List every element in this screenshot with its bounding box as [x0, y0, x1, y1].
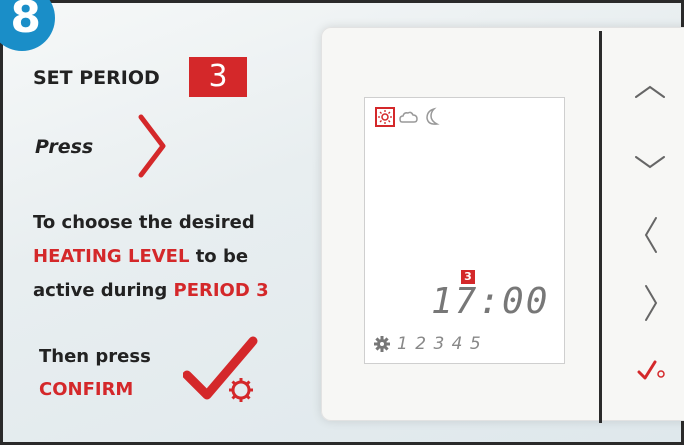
settings-icon — [657, 370, 665, 378]
desc-line-3-prefix: active during — [33, 280, 174, 301]
confirm-check-icon — [183, 336, 258, 402]
settings-icon — [229, 378, 253, 402]
arrow-up-icon[interactable] — [633, 81, 667, 101]
period-numbers: 1 2 3 4 5 — [397, 334, 481, 354]
confirm-button[interactable] — [637, 359, 667, 381]
desc-line-3: active during PERIOD 3 — [33, 280, 269, 301]
check-icon — [183, 336, 258, 400]
sun-icon — [375, 107, 395, 127]
desc-line-2-rest: to be — [189, 246, 249, 267]
arrow-right-icon[interactable] — [641, 283, 661, 323]
thermostat-screen: 3 17:00 1 2 3 4 5 — [364, 97, 565, 364]
time-display: 17:00 — [431, 281, 550, 322]
heating-level-text: HEATING LEVEL — [33, 246, 190, 267]
period-3-text: PERIOD 3 — [173, 280, 269, 301]
moon-icon — [426, 107, 440, 125]
then-press-label: Then press — [39, 346, 151, 367]
confirm-label: CONFIRM — [39, 379, 134, 400]
settings-icon — [374, 336, 390, 352]
press-label: Press — [35, 136, 94, 158]
arrow-down-icon[interactable] — [633, 153, 667, 173]
period-badge: 3 — [189, 57, 247, 97]
check-icon — [637, 360, 657, 380]
step-badge: 8 — [0, 0, 55, 51]
arrow-left-icon[interactable] — [641, 215, 661, 255]
desc-line-2: HEATING LEVEL to be — [33, 246, 248, 267]
device-divider — [599, 31, 602, 423]
arrow-right-icon — [138, 114, 166, 178]
desc-line-1: To choose the desired — [33, 212, 255, 233]
page-title: SET PERIOD — [33, 67, 160, 89]
instruction-panel: 8 SET PERIOD 3 Press To choose the desir… — [0, 0, 684, 445]
cloud-sun-icon — [399, 111, 418, 123]
